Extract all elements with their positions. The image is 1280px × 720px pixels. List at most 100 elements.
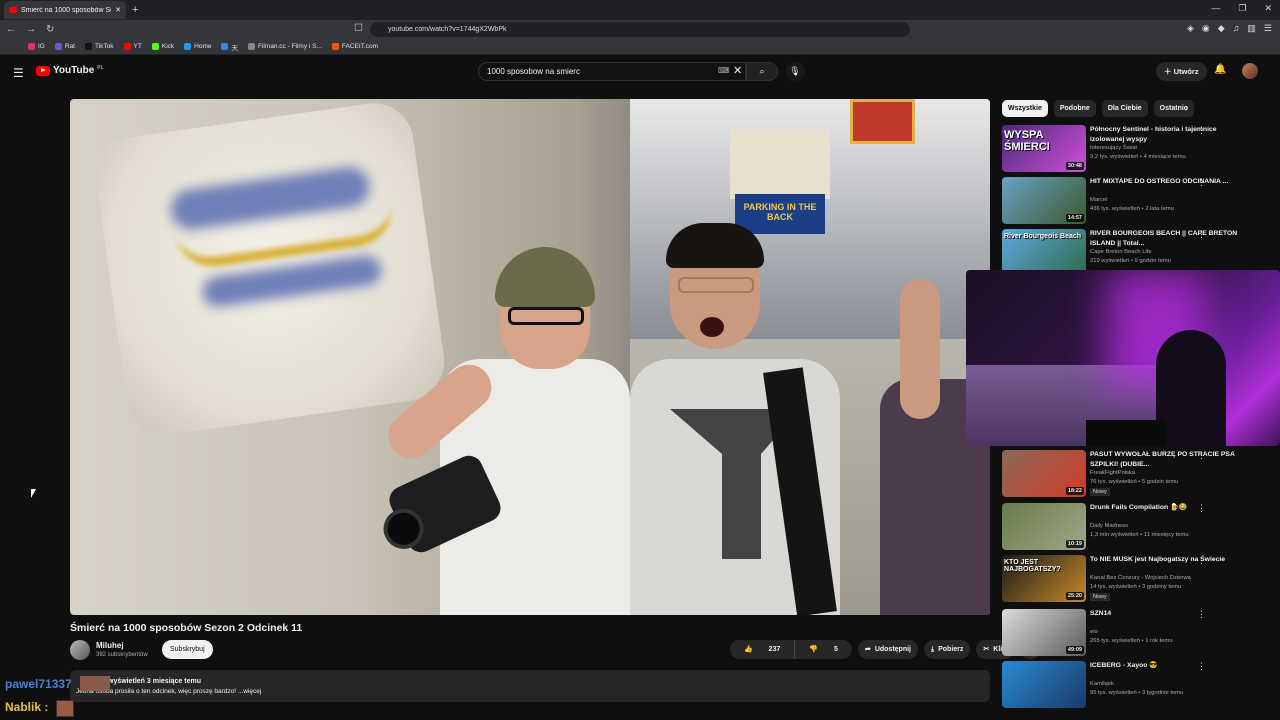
channel-name[interactable]: eio: [1090, 629, 1098, 635]
more-options-icon[interactable]: ⋮: [1197, 503, 1206, 514]
extension-icon[interactable]: ◈: [1187, 23, 1194, 34]
channel-name[interactable]: Kamilqek: [1090, 681, 1114, 687]
video-title[interactable]: Północny Sentinel - historia i tajemnice…: [1090, 125, 1250, 144]
duration-badge: 14:57: [1065, 214, 1084, 222]
more-options-icon[interactable]: ⋮: [1197, 609, 1206, 620]
more-options-icon[interactable]: ⋮: [1197, 125, 1206, 136]
extension-icon[interactable]: ◉: [1202, 23, 1210, 34]
keyboard-icon[interactable]: ⌨: [718, 66, 730, 75]
video-title[interactable]: ICEBERG - Xayoo 😎: [1090, 661, 1250, 671]
hamburger-menu-icon[interactable]: ☰: [13, 66, 24, 80]
bookmark-item[interactable]: Home: [184, 43, 211, 50]
filter-chip[interactable]: Podobne: [1053, 100, 1096, 117]
video-thumbnail[interactable]: 18:22: [1002, 450, 1086, 497]
parking-sign: PARKING IN THE BACK: [735, 194, 825, 234]
browser-tab[interactable]: Śmierć na 1000 sposobów Se ✕: [4, 1, 126, 19]
video-player[interactable]: PARKING IN THE BACK: [70, 99, 990, 615]
video-thumbnail[interactable]: WYSPA ŚMIERCI 30:48: [1002, 125, 1086, 172]
video-title[interactable]: To NIE MUSK jest Najbogatszy na Świecie: [1090, 555, 1250, 565]
channel-name[interactable]: Interesujący Świat: [1090, 145, 1137, 151]
channel-name[interactable]: Marcel: [1090, 197, 1107, 203]
video-title[interactable]: HIT MIXTAPE DO OSTREGO ODCINANIA ...: [1090, 177, 1250, 187]
extension-icon[interactable]: ◆: [1218, 23, 1225, 34]
scissors-icon: ✂: [983, 646, 990, 653]
video-thumbnail[interactable]: 49:09: [1002, 609, 1086, 656]
bookmark-item[interactable]: 天: [221, 42, 238, 52]
youtube-logo[interactable]: YouTube PL: [36, 65, 104, 76]
new-badge: Nowy: [1090, 593, 1110, 601]
search-button[interactable]: ⌕: [746, 62, 778, 81]
more-options-icon[interactable]: ⋮: [1197, 177, 1206, 188]
channel-name[interactable]: Cape Breton Beach Life: [1090, 249, 1152, 255]
voice-search-button[interactable]: 🎙: [785, 62, 805, 81]
video-title[interactable]: PASUT WYWOŁAŁ BURZĘ PO STRACIE PSA SZPIL…: [1090, 450, 1250, 469]
maximize-icon[interactable]: ❐: [1238, 3, 1246, 14]
bookmark-item[interactable]: Filman.cc - Filmy i S...: [247, 43, 322, 50]
account-avatar[interactable]: [1242, 63, 1258, 79]
recommended-video[interactable]: 18:22 PASUT WYWOŁAŁ BURZĘ PO STRACIE PSA …: [1002, 450, 1272, 498]
video-actions: 👍 237 👎 5 ➦Udostępnij ⤓Pobierz ✂Klip ⋯: [730, 640, 1041, 659]
url-field[interactable]: youtube.com/watch?v=1744gX2WbPk: [370, 22, 910, 37]
video-thumbnail[interactable]: 14:57: [1002, 177, 1086, 224]
forward-icon[interactable]: →: [26, 24, 36, 35]
notifications-bell-icon[interactable]: 🔔: [1214, 64, 1226, 75]
close-window-icon[interactable]: ✕: [1264, 3, 1272, 14]
video-thumbnail[interactable]: River Bourgeois Beach: [1002, 229, 1086, 276]
dislike-button[interactable]: 👎 5: [795, 640, 852, 659]
chevron-right-icon[interactable]: ›: [1185, 103, 1188, 114]
recommended-video[interactable]: WYSPA ŚMIERCI 30:48 Północny Sentinel - hi…: [1002, 125, 1272, 173]
recommended-video[interactable]: 14:57 HIT MIXTAPE DO OSTREGO ODCINANIA ..…: [1002, 177, 1272, 225]
clear-search-icon[interactable]: ✕: [733, 64, 742, 77]
video-thumbnail[interactable]: [1002, 661, 1086, 708]
more-options-icon[interactable]: ⋮: [1197, 450, 1206, 461]
bookmark-label: Kick: [161, 43, 175, 50]
reload-icon[interactable]: ↻: [46, 24, 54, 35]
bookmark-item[interactable]: Kick: [151, 43, 175, 50]
video-title[interactable]: RIVER BOURGEOIS BEACH || CAPE BRETON ISL…: [1090, 229, 1250, 248]
recommended-video[interactable]: ICEBERG - Xayoo 😎 Kamilqek 95 tys. wyświet…: [1002, 661, 1272, 709]
filter-chip[interactable]: Wszystkie: [1002, 100, 1048, 117]
search-input[interactable]: 1000 sposobow na smierc: [478, 62, 746, 81]
more-options-icon[interactable]: ⋮: [1197, 661, 1206, 672]
bookmark-favicon-icon: [331, 43, 339, 50]
back-icon[interactable]: ←: [6, 24, 16, 35]
media-icon[interactable]: ♫: [1233, 23, 1240, 34]
view-meta: 436 tys. wyświetleń • 2 lata temu: [1090, 206, 1174, 212]
recommended-video[interactable]: 10:19 Drunk Fails Compilation 🍺😂 Daily Mad…: [1002, 503, 1272, 551]
subscribe-button[interactable]: Subskrybuj: [162, 640, 213, 659]
video-title[interactable]: Drunk Fails Compilation 🍺😂: [1090, 503, 1250, 513]
bookmark-item[interactable]: YT: [123, 43, 142, 50]
minimize-icon[interactable]: —: [1211, 3, 1220, 14]
bookmark-favicon-icon: [247, 43, 255, 50]
create-button[interactable]: ＋ Utwórz: [1156, 62, 1207, 81]
description-box[interactable]: [70, 670, 990, 702]
bookmark-icon[interactable]: ☐: [354, 23, 363, 34]
new-tab-button[interactable]: +: [132, 4, 138, 16]
download-button[interactable]: ⤓ Pobierz: [923, 640, 971, 659]
bookmark-label: 天: [231, 44, 238, 52]
like-button[interactable]: 👍 237: [730, 640, 794, 659]
recommended-video[interactable]: KTO JEST NAJBOGATSZY? 25:20 To NIE MUSK je…: [1002, 555, 1272, 603]
channel-name[interactable]: Miluhej: [96, 641, 124, 650]
bookmark-item[interactable]: FACEIT.com: [331, 43, 378, 50]
bookmark-favicon-icon: [28, 43, 35, 50]
close-tab-icon[interactable]: ✕: [115, 6, 121, 14]
menu-icon[interactable]: ☰: [1264, 23, 1272, 34]
bookmark-favicon-icon: [184, 43, 192, 50]
sidebar-icon[interactable]: ▥: [1247, 23, 1256, 34]
video-thumbnail[interactable]: KTO JEST NAJBOGATSZY? 25:20: [1002, 555, 1086, 602]
channel-name[interactable]: Kanał Bez Cenzury - Wojciech Dzierwa: [1090, 575, 1191, 581]
video-title[interactable]: SZN14: [1090, 609, 1250, 619]
video-thumbnail[interactable]: 10:19: [1002, 503, 1086, 550]
channel-avatar[interactable]: [70, 640, 90, 660]
channel-name[interactable]: Daily Madness: [1090, 523, 1128, 529]
bookmark-item[interactable]: TikTok: [85, 43, 114, 50]
share-button[interactable]: ➦ Udostępnij: [857, 640, 918, 659]
bookmark-item[interactable]: IG: [28, 43, 45, 50]
more-options-icon[interactable]: ⋮: [1197, 229, 1206, 240]
bookmark-item[interactable]: Rat: [54, 43, 75, 50]
channel-name[interactable]: FreakFightPolska: [1090, 470, 1135, 476]
recommended-video[interactable]: 49:09 SZN14 eio 265 tys. wyświetleń • 1 rok…: [1002, 609, 1272, 657]
more-options-icon[interactable]: ⋮: [1197, 555, 1206, 566]
filter-chip[interactable]: Dla Ciebie: [1101, 100, 1148, 117]
